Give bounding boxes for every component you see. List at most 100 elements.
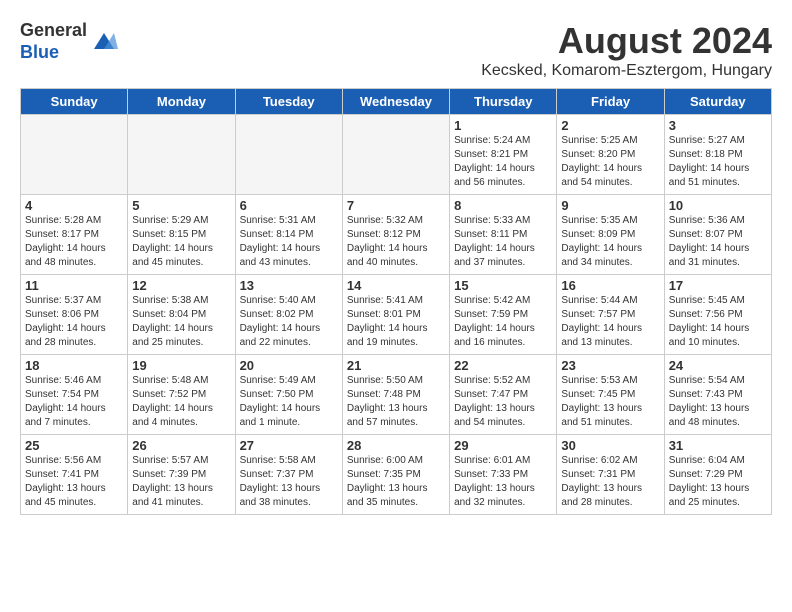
day-info: Sunrise: 5:25 AMSunset: 8:20 PMDaylight:… <box>561 134 659 190</box>
day-number: 19 <box>132 358 230 373</box>
calendar-cell: 8Sunrise: 5:33 AMSunset: 8:11 PMDaylight… <box>450 195 557 275</box>
calendar-cell: 15Sunrise: 5:42 AMSunset: 7:59 PMDayligh… <box>450 275 557 355</box>
day-number: 13 <box>240 278 338 293</box>
calendar-cell: 2Sunrise: 5:25 AMSunset: 8:20 PMDaylight… <box>557 115 664 195</box>
day-number: 16 <box>561 278 659 293</box>
day-info: Sunrise: 5:24 AMSunset: 8:21 PMDaylight:… <box>454 134 552 190</box>
calendar-cell: 19Sunrise: 5:48 AMSunset: 7:52 PMDayligh… <box>128 355 235 435</box>
day-number: 30 <box>561 438 659 453</box>
logo: General Blue <box>20 20 118 63</box>
day-info: Sunrise: 5:58 AMSunset: 7:37 PMDaylight:… <box>240 454 338 510</box>
day-info: Sunrise: 5:48 AMSunset: 7:52 PMDaylight:… <box>132 374 230 430</box>
calendar-cell: 12Sunrise: 5:38 AMSunset: 8:04 PMDayligh… <box>128 275 235 355</box>
weekday-header-wednesday: Wednesday <box>342 89 449 115</box>
day-number: 12 <box>132 278 230 293</box>
day-info: Sunrise: 5:28 AMSunset: 8:17 PMDaylight:… <box>25 214 123 270</box>
day-number: 1 <box>454 118 552 133</box>
day-info: Sunrise: 6:04 AMSunset: 7:29 PMDaylight:… <box>669 454 767 510</box>
day-info: Sunrise: 5:52 AMSunset: 7:47 PMDaylight:… <box>454 374 552 430</box>
day-number: 17 <box>669 278 767 293</box>
calendar-cell: 5Sunrise: 5:29 AMSunset: 8:15 PMDaylight… <box>128 195 235 275</box>
week-row-3: 11Sunrise: 5:37 AMSunset: 8:06 PMDayligh… <box>21 275 772 355</box>
day-info: Sunrise: 5:49 AMSunset: 7:50 PMDaylight:… <box>240 374 338 430</box>
day-info: Sunrise: 5:35 AMSunset: 8:09 PMDaylight:… <box>561 214 659 270</box>
calendar-cell: 26Sunrise: 5:57 AMSunset: 7:39 PMDayligh… <box>128 435 235 515</box>
day-number: 10 <box>669 198 767 213</box>
day-number: 22 <box>454 358 552 373</box>
day-info: Sunrise: 5:33 AMSunset: 8:11 PMDaylight:… <box>454 214 552 270</box>
weekday-header-thursday: Thursday <box>450 89 557 115</box>
logo-text: General Blue <box>20 20 118 63</box>
day-info: Sunrise: 5:50 AMSunset: 7:48 PMDaylight:… <box>347 374 445 430</box>
day-info: Sunrise: 5:36 AMSunset: 8:07 PMDaylight:… <box>669 214 767 270</box>
day-number: 26 <box>132 438 230 453</box>
day-number: 20 <box>240 358 338 373</box>
calendar-cell: 18Sunrise: 5:46 AMSunset: 7:54 PMDayligh… <box>21 355 128 435</box>
day-number: 15 <box>454 278 552 293</box>
calendar-cell: 11Sunrise: 5:37 AMSunset: 8:06 PMDayligh… <box>21 275 128 355</box>
header: General Blue August 2024 Kecsked, Komaro… <box>20 20 772 80</box>
day-number: 23 <box>561 358 659 373</box>
day-info: Sunrise: 6:00 AMSunset: 7:35 PMDaylight:… <box>347 454 445 510</box>
calendar-cell: 25Sunrise: 5:56 AMSunset: 7:41 PMDayligh… <box>21 435 128 515</box>
day-info: Sunrise: 5:57 AMSunset: 7:39 PMDaylight:… <box>132 454 230 510</box>
day-info: Sunrise: 5:40 AMSunset: 8:02 PMDaylight:… <box>240 294 338 350</box>
day-number: 4 <box>25 198 123 213</box>
calendar-cell: 22Sunrise: 5:52 AMSunset: 7:47 PMDayligh… <box>450 355 557 435</box>
page: General Blue August 2024 Kecsked, Komaro… <box>0 0 792 525</box>
day-info: Sunrise: 5:41 AMSunset: 8:01 PMDaylight:… <box>347 294 445 350</box>
day-number: 8 <box>454 198 552 213</box>
subtitle: Kecsked, Komarom-Esztergom, Hungary <box>481 62 772 80</box>
calendar-cell: 24Sunrise: 5:54 AMSunset: 7:43 PMDayligh… <box>664 355 771 435</box>
calendar-cell: 23Sunrise: 5:53 AMSunset: 7:45 PMDayligh… <box>557 355 664 435</box>
day-number: 2 <box>561 118 659 133</box>
day-number: 21 <box>347 358 445 373</box>
logo-general: General <box>20 20 87 40</box>
weekday-header-tuesday: Tuesday <box>235 89 342 115</box>
day-number: 6 <box>240 198 338 213</box>
logo-icon <box>90 31 118 53</box>
day-info: Sunrise: 5:37 AMSunset: 8:06 PMDaylight:… <box>25 294 123 350</box>
week-row-1: 1Sunrise: 5:24 AMSunset: 8:21 PMDaylight… <box>21 115 772 195</box>
calendar-cell: 7Sunrise: 5:32 AMSunset: 8:12 PMDaylight… <box>342 195 449 275</box>
calendar-cell: 29Sunrise: 6:01 AMSunset: 7:33 PMDayligh… <box>450 435 557 515</box>
day-number: 24 <box>669 358 767 373</box>
calendar-table: SundayMondayTuesdayWednesdayThursdayFrid… <box>20 88 772 515</box>
day-info: Sunrise: 5:56 AMSunset: 7:41 PMDaylight:… <box>25 454 123 510</box>
day-info: Sunrise: 5:45 AMSunset: 7:56 PMDaylight:… <box>669 294 767 350</box>
day-info: Sunrise: 5:42 AMSunset: 7:59 PMDaylight:… <box>454 294 552 350</box>
day-info: Sunrise: 5:29 AMSunset: 8:15 PMDaylight:… <box>132 214 230 270</box>
weekday-header-row: SundayMondayTuesdayWednesdayThursdayFrid… <box>21 89 772 115</box>
day-number: 18 <box>25 358 123 373</box>
calendar-cell: 17Sunrise: 5:45 AMSunset: 7:56 PMDayligh… <box>664 275 771 355</box>
calendar-cell: 3Sunrise: 5:27 AMSunset: 8:18 PMDaylight… <box>664 115 771 195</box>
logo-blue: Blue <box>20 42 59 62</box>
day-info: Sunrise: 5:46 AMSunset: 7:54 PMDaylight:… <box>25 374 123 430</box>
day-info: Sunrise: 5:27 AMSunset: 8:18 PMDaylight:… <box>669 134 767 190</box>
day-info: Sunrise: 6:01 AMSunset: 7:33 PMDaylight:… <box>454 454 552 510</box>
calendar-cell: 10Sunrise: 5:36 AMSunset: 8:07 PMDayligh… <box>664 195 771 275</box>
day-info: Sunrise: 5:54 AMSunset: 7:43 PMDaylight:… <box>669 374 767 430</box>
day-number: 29 <box>454 438 552 453</box>
calendar-cell <box>128 115 235 195</box>
day-number: 25 <box>25 438 123 453</box>
day-info: Sunrise: 5:38 AMSunset: 8:04 PMDaylight:… <box>132 294 230 350</box>
calendar-cell: 21Sunrise: 5:50 AMSunset: 7:48 PMDayligh… <box>342 355 449 435</box>
calendar-cell: 14Sunrise: 5:41 AMSunset: 8:01 PMDayligh… <box>342 275 449 355</box>
day-number: 7 <box>347 198 445 213</box>
week-row-5: 25Sunrise: 5:56 AMSunset: 7:41 PMDayligh… <box>21 435 772 515</box>
title-block: August 2024 Kecsked, Komarom-Esztergom, … <box>481 20 772 80</box>
calendar-cell <box>235 115 342 195</box>
calendar-cell: 4Sunrise: 5:28 AMSunset: 8:17 PMDaylight… <box>21 195 128 275</box>
calendar-cell: 1Sunrise: 5:24 AMSunset: 8:21 PMDaylight… <box>450 115 557 195</box>
calendar-cell <box>21 115 128 195</box>
calendar-cell: 31Sunrise: 6:04 AMSunset: 7:29 PMDayligh… <box>664 435 771 515</box>
day-info: Sunrise: 6:02 AMSunset: 7:31 PMDaylight:… <box>561 454 659 510</box>
calendar-cell: 16Sunrise: 5:44 AMSunset: 7:57 PMDayligh… <box>557 275 664 355</box>
day-number: 27 <box>240 438 338 453</box>
calendar-cell <box>342 115 449 195</box>
calendar-cell: 28Sunrise: 6:00 AMSunset: 7:35 PMDayligh… <box>342 435 449 515</box>
day-info: Sunrise: 5:31 AMSunset: 8:14 PMDaylight:… <box>240 214 338 270</box>
main-title: August 2024 <box>481 20 772 62</box>
day-info: Sunrise: 5:53 AMSunset: 7:45 PMDaylight:… <box>561 374 659 430</box>
